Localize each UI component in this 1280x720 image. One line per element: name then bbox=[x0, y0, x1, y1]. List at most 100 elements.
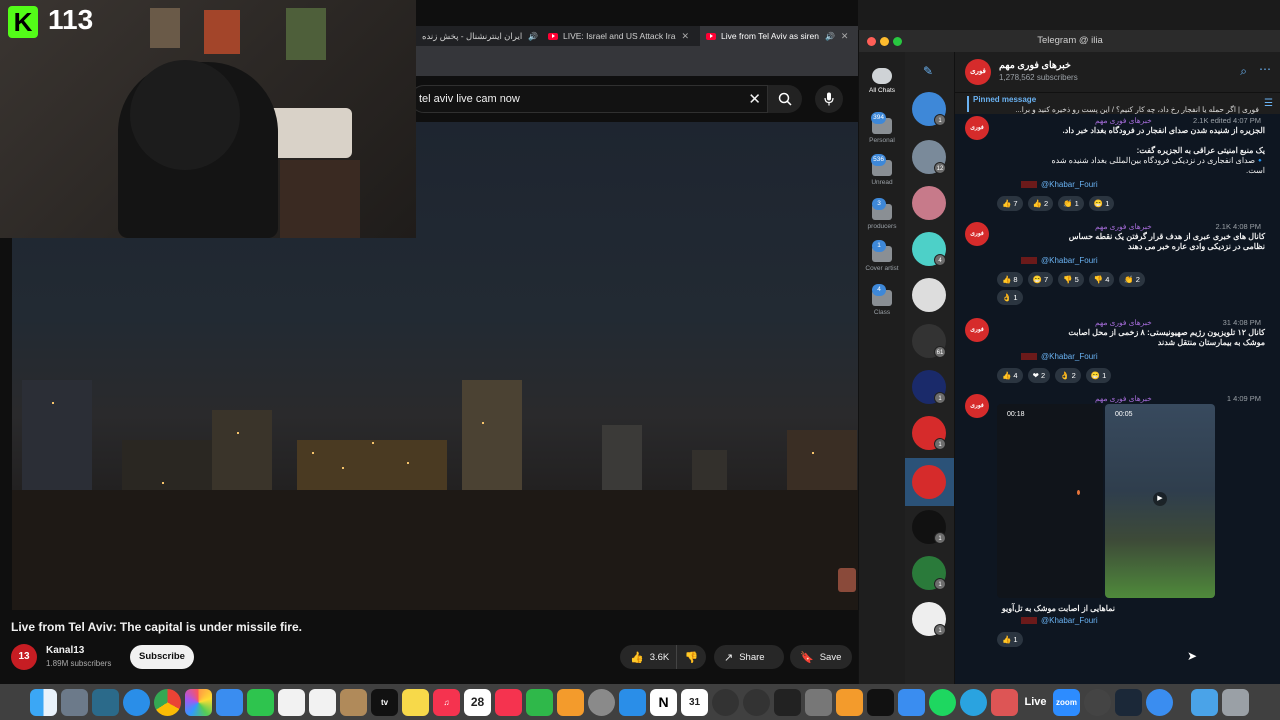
video-thumbnail[interactable]: 00:05 ▶ bbox=[1105, 404, 1215, 598]
browser-tab-tel-aviv[interactable]: Live from Tel Aviv as siren 🔊 ✕ bbox=[700, 26, 858, 46]
numbers-icon[interactable] bbox=[526, 688, 553, 716]
folder-unread[interactable]: 536 Unread bbox=[859, 154, 905, 186]
flag-icon bbox=[1021, 257, 1037, 265]
trash-icon[interactable] bbox=[1222, 688, 1249, 716]
folder-class[interactable]: 4 Class bbox=[859, 284, 905, 316]
steam-icon[interactable] bbox=[1115, 688, 1142, 716]
app-icon[interactable] bbox=[712, 688, 739, 716]
safari-icon[interactable] bbox=[123, 688, 150, 716]
search-icon[interactable]: ⌕ bbox=[1240, 64, 1247, 79]
app-icon[interactable] bbox=[340, 688, 367, 716]
notes-icon[interactable] bbox=[402, 688, 429, 716]
pinned-message-bar[interactable]: Pinned message فوری | اگر حمله یا انفجار… bbox=[955, 92, 1280, 114]
address-bar[interactable] bbox=[416, 46, 858, 76]
chat-avatar[interactable] bbox=[912, 278, 946, 312]
freeform-icon[interactable] bbox=[309, 688, 336, 716]
channel-link[interactable]: @Khabar_Fouri bbox=[1021, 616, 1098, 625]
dislike-button[interactable]: 👎 bbox=[676, 645, 706, 669]
message-line: نظامی در نزدیکی وادی عاره خبر می دهند bbox=[1128, 242, 1265, 251]
reaction[interactable]: 👌 2 bbox=[1055, 368, 1081, 383]
pin-list-icon[interactable]: ☰ bbox=[1264, 98, 1273, 109]
app-store-icon[interactable] bbox=[619, 688, 646, 716]
channel-link[interactable]: @Khabar_Fouri bbox=[1021, 352, 1098, 361]
close-icon[interactable]: ✕ bbox=[748, 90, 761, 108]
voice-search-button[interactable] bbox=[815, 85, 843, 113]
app-icon[interactable] bbox=[805, 688, 832, 716]
notion-icon[interactable]: N bbox=[650, 688, 677, 716]
fl-studio-icon[interactable] bbox=[836, 688, 863, 716]
pages-icon[interactable] bbox=[557, 688, 584, 716]
chrome-icon[interactable] bbox=[154, 688, 181, 716]
reaction[interactable]: 👎 5 bbox=[1058, 272, 1084, 287]
reaction[interactable]: 👏 1 bbox=[1058, 196, 1084, 211]
calendar-icon[interactable]: 28 bbox=[464, 688, 491, 716]
window-light bbox=[482, 422, 484, 424]
chat-header[interactable]: فوری خبرهای فوری مهم 1,278,562 subscribe… bbox=[955, 52, 1280, 92]
reaction[interactable]: 😁 1 bbox=[1088, 196, 1115, 211]
reaction[interactable]: 😁 1 bbox=[1085, 368, 1112, 383]
search-input[interactable]: tel aviv live cam now ✕ bbox=[410, 85, 768, 113]
reaction[interactable]: 👌 1 bbox=[997, 290, 1023, 305]
finder-icon[interactable] bbox=[30, 688, 57, 716]
close-icon[interactable]: ✕ bbox=[841, 31, 849, 42]
chat-avatar[interactable] bbox=[912, 186, 946, 220]
fantastical-icon[interactable]: 31 bbox=[681, 688, 708, 716]
reaction[interactable]: 👎 4 bbox=[1088, 272, 1115, 287]
facetime-icon[interactable] bbox=[247, 688, 274, 716]
more-icon[interactable]: ⋯ bbox=[1259, 62, 1271, 76]
app-icon[interactable] bbox=[92, 688, 119, 716]
folder-personal[interactable]: 394 Personal bbox=[859, 112, 905, 144]
channel-avatar[interactable]: 13 bbox=[11, 644, 37, 670]
capcut-icon[interactable] bbox=[867, 688, 894, 716]
channel-avatar[interactable]: فوری bbox=[965, 59, 991, 85]
reaction[interactable]: 👍 2 bbox=[1027, 196, 1054, 211]
share-button[interactable]: ↗ Share bbox=[714, 645, 784, 669]
close-icon[interactable]: ✕ bbox=[681, 31, 689, 42]
folder-producers[interactable]: 3 producers bbox=[859, 198, 905, 230]
mail-icon[interactable] bbox=[216, 688, 243, 716]
folder-badge: 536 bbox=[871, 154, 886, 166]
app-icon[interactable] bbox=[898, 688, 925, 716]
channel-name[interactable]: Kanal13 bbox=[46, 645, 84, 656]
app-icon[interactable] bbox=[1084, 688, 1111, 716]
ableton-live-icon[interactable]: Live bbox=[1022, 689, 1049, 716]
folder-all-chats[interactable]: All Chats bbox=[859, 68, 905, 94]
save-button[interactable]: 🔖 Save bbox=[790, 645, 852, 669]
reminders-icon[interactable] bbox=[278, 688, 305, 716]
channel-link[interactable]: @Khabar_Fouri bbox=[1021, 180, 1098, 189]
subscribe-button[interactable]: Subscribe bbox=[130, 645, 194, 669]
search-button[interactable] bbox=[768, 85, 802, 113]
reaction[interactable]: 👍 7 bbox=[997, 196, 1023, 211]
news-icon[interactable] bbox=[495, 688, 522, 716]
reaction[interactable]: 👍 4 bbox=[997, 368, 1023, 383]
reaction[interactable]: 👍 1 bbox=[997, 632, 1023, 647]
browser-tab-iran-international[interactable]: ایران اینترنشنال - پخش زنده 🔊 ✕ bbox=[416, 26, 542, 46]
window-light bbox=[812, 452, 814, 454]
app-icon[interactable] bbox=[743, 688, 770, 716]
channel-link[interactable]: @Khabar_Fouri bbox=[1021, 256, 1098, 265]
telegram-icon[interactable] bbox=[960, 688, 987, 716]
reaction[interactable]: 👍 8 bbox=[997, 272, 1023, 287]
app-icon[interactable] bbox=[991, 688, 1018, 716]
reaction[interactable]: ❤ 2 bbox=[1027, 368, 1051, 383]
launchpad-icon[interactable] bbox=[61, 688, 88, 716]
play-icon[interactable]: ▶ bbox=[1153, 492, 1167, 506]
zoom-icon[interactable]: zoom bbox=[1053, 688, 1080, 716]
app-icon[interactable] bbox=[1146, 688, 1173, 716]
unity-icon[interactable] bbox=[774, 688, 801, 716]
compose-icon[interactable]: ✎ bbox=[923, 64, 933, 78]
chat-unread-badge: 1 bbox=[934, 624, 946, 636]
chat-avatar-active[interactable] bbox=[912, 465, 946, 499]
system-settings-icon[interactable] bbox=[588, 688, 615, 716]
photos-icon[interactable] bbox=[185, 688, 212, 716]
music-icon[interactable]: ♫ bbox=[433, 688, 460, 716]
apple-tv-icon[interactable]: tv bbox=[371, 688, 398, 716]
reaction[interactable]: 😁 7 bbox=[1027, 272, 1054, 287]
message-line: یک منبع امنیتی عراقی به الجزیره گفت: bbox=[1136, 146, 1265, 155]
browser-tab-live-attack[interactable]: LIVE: Israel and US Attack Ira ✕ bbox=[542, 26, 700, 46]
spotify-icon[interactable] bbox=[929, 688, 956, 716]
video-thumbnail[interactable]: 00:18 bbox=[997, 404, 1103, 598]
downloads-folder-icon[interactable] bbox=[1191, 688, 1218, 716]
reaction[interactable]: 👏 2 bbox=[1119, 272, 1145, 287]
folder-cover-artist[interactable]: 1 Cover artist bbox=[859, 240, 905, 272]
